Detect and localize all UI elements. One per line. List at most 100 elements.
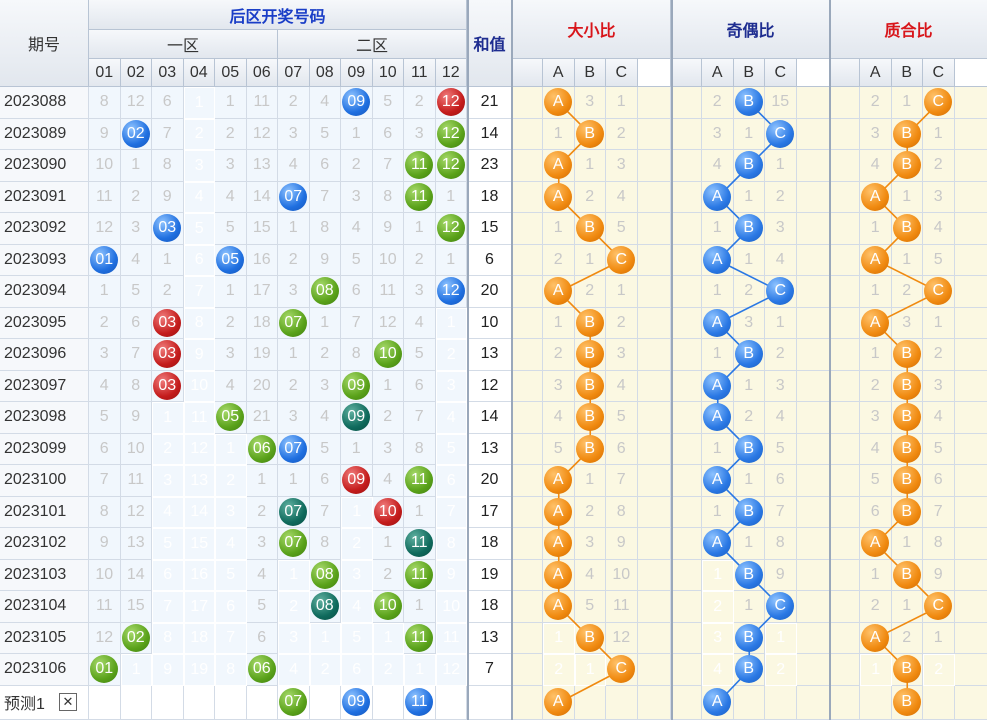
- parity-spacer-right: [796, 244, 830, 276]
- parity-spacer-right: [796, 213, 830, 245]
- size-predict-cell[interactable]: [574, 685, 606, 720]
- parity-marker: A: [703, 403, 732, 432]
- predict-ball[interactable]: 11: [405, 688, 434, 717]
- size-miss: 9: [606, 528, 638, 560]
- parity-miss: 3: [765, 213, 797, 245]
- number-ball: 11: [405, 182, 434, 211]
- parity-abc-spacer-right: [796, 59, 830, 87]
- predict-cell[interactable]: [309, 685, 341, 720]
- parity-marker-cell: B: [733, 654, 765, 686]
- size-miss: 2: [606, 118, 638, 150]
- parity-marker: A: [703, 245, 732, 274]
- size-marker: A: [544, 151, 573, 180]
- hit-streak: 17: [183, 591, 215, 623]
- hit-streak: 12: [435, 654, 467, 686]
- miss-count: 9: [89, 118, 121, 150]
- miss-count: 7: [404, 402, 436, 434]
- parity-abc-spacer: [672, 59, 702, 87]
- prime-miss: 1: [891, 591, 923, 623]
- size-miss: 3: [574, 87, 606, 119]
- miss-count: 11: [246, 87, 278, 119]
- parity-spacer-right: [796, 496, 830, 528]
- predict-cell[interactable]: [89, 685, 121, 720]
- predict-ball[interactable]: 07: [279, 688, 308, 717]
- predict-ball[interactable]: 09: [342, 688, 371, 717]
- predict-cell[interactable]: 09: [341, 685, 373, 720]
- parity-marker: B: [734, 560, 763, 589]
- prime-predict-cell[interactable]: [923, 685, 955, 720]
- parity-marker-cell: C: [765, 591, 797, 623]
- size-marker-cell: B: [574, 339, 606, 371]
- ball-cell: 07: [278, 181, 310, 213]
- prime-predict-cell[interactable]: [860, 685, 892, 720]
- parity-miss: 1: [702, 339, 734, 371]
- prime-abc-spacer: [830, 59, 860, 87]
- size-predict-cell[interactable]: [606, 685, 638, 720]
- miss-count: 15: [246, 213, 278, 245]
- ball-cell: 12: [435, 150, 467, 182]
- prime-marker: A: [861, 308, 890, 337]
- close-icon[interactable]: ✕: [58, 693, 77, 712]
- parity-miss: 1: [765, 307, 797, 339]
- predict-cell[interactable]: [215, 685, 247, 720]
- miss-count: 11: [372, 276, 404, 308]
- predict-cell[interactable]: [435, 685, 467, 720]
- prime-marker-cell: A: [860, 244, 892, 276]
- miss-count: 1: [152, 244, 184, 276]
- predict-cell[interactable]: 07: [278, 685, 310, 720]
- hit-streak: 1: [152, 402, 184, 434]
- period-cell: 2023101: [0, 496, 89, 528]
- prime-spacer-cell: [830, 244, 860, 276]
- size-marker: A: [544, 497, 573, 526]
- predict-cell[interactable]: [372, 685, 404, 720]
- predict-cell[interactable]: 11: [404, 685, 436, 720]
- predict-cell[interactable]: [152, 685, 184, 720]
- size-miss: 2: [606, 307, 638, 339]
- size-predict-marker[interactable]: A: [544, 688, 573, 717]
- parity-miss: 1: [733, 528, 765, 560]
- miss-count: 8: [309, 528, 341, 560]
- prime-predict-cell[interactable]: B: [891, 685, 923, 720]
- hit-streak: 1: [372, 622, 404, 654]
- prime-col-A: A: [860, 59, 892, 87]
- parity-predict-cell[interactable]: A: [702, 685, 734, 720]
- hit-streak: 11: [435, 622, 467, 654]
- sum-cell: 17: [468, 496, 512, 528]
- parity-spacer-right: [796, 87, 830, 119]
- predict-cell[interactable]: [120, 685, 152, 720]
- parity-marker-cell: A: [702, 370, 734, 402]
- predict-cell[interactable]: [183, 685, 215, 720]
- miss-count: 5: [404, 339, 436, 371]
- prime-spacer-right: [954, 119, 987, 150]
- size-spacer-right: [637, 370, 671, 402]
- prime-marker: A: [861, 245, 890, 274]
- lottery-trend-chart: 期号 后区开奖号码 一区 二区 01 02 03 04 05 06 07 08 09 10 11 12 和值 大小…: [0, 0, 987, 720]
- prime-spacer-cell: [830, 276, 860, 308]
- predict-cell[interactable]: [246, 685, 278, 720]
- number-column-header: 12: [435, 59, 467, 87]
- prime-marker-cell: B: [891, 150, 923, 182]
- prime-marker-cell: A: [860, 181, 892, 213]
- sum-cell: 19: [468, 559, 512, 591]
- parity-marker-cell: A: [702, 465, 734, 497]
- size-marker: B: [575, 340, 604, 369]
- number-ball: 12: [436, 151, 465, 180]
- prime-predict-marker[interactable]: B: [892, 688, 921, 717]
- parity-predict-cell[interactable]: [733, 685, 765, 720]
- size-predict-cell[interactable]: A: [543, 685, 575, 720]
- parity-spacer-cell: [672, 181, 702, 213]
- prime-predict-spacer-right: [954, 686, 987, 720]
- size-spacer-cell: [513, 87, 543, 119]
- number-column-header: 05: [215, 59, 247, 87]
- miss-count: 10: [89, 150, 121, 182]
- parity-spacer-right: [796, 307, 830, 339]
- parity-col-B: B: [733, 59, 765, 87]
- miss-count: 7: [152, 118, 184, 150]
- prime-miss: 4: [860, 150, 892, 182]
- miss-count: 2: [372, 559, 404, 591]
- parity-predict-cell[interactable]: [765, 685, 797, 720]
- parity-predict-marker[interactable]: A: [703, 688, 732, 717]
- size-marker: A: [544, 592, 573, 621]
- size-miss: 2: [543, 244, 575, 276]
- miss-count: 4: [309, 87, 341, 119]
